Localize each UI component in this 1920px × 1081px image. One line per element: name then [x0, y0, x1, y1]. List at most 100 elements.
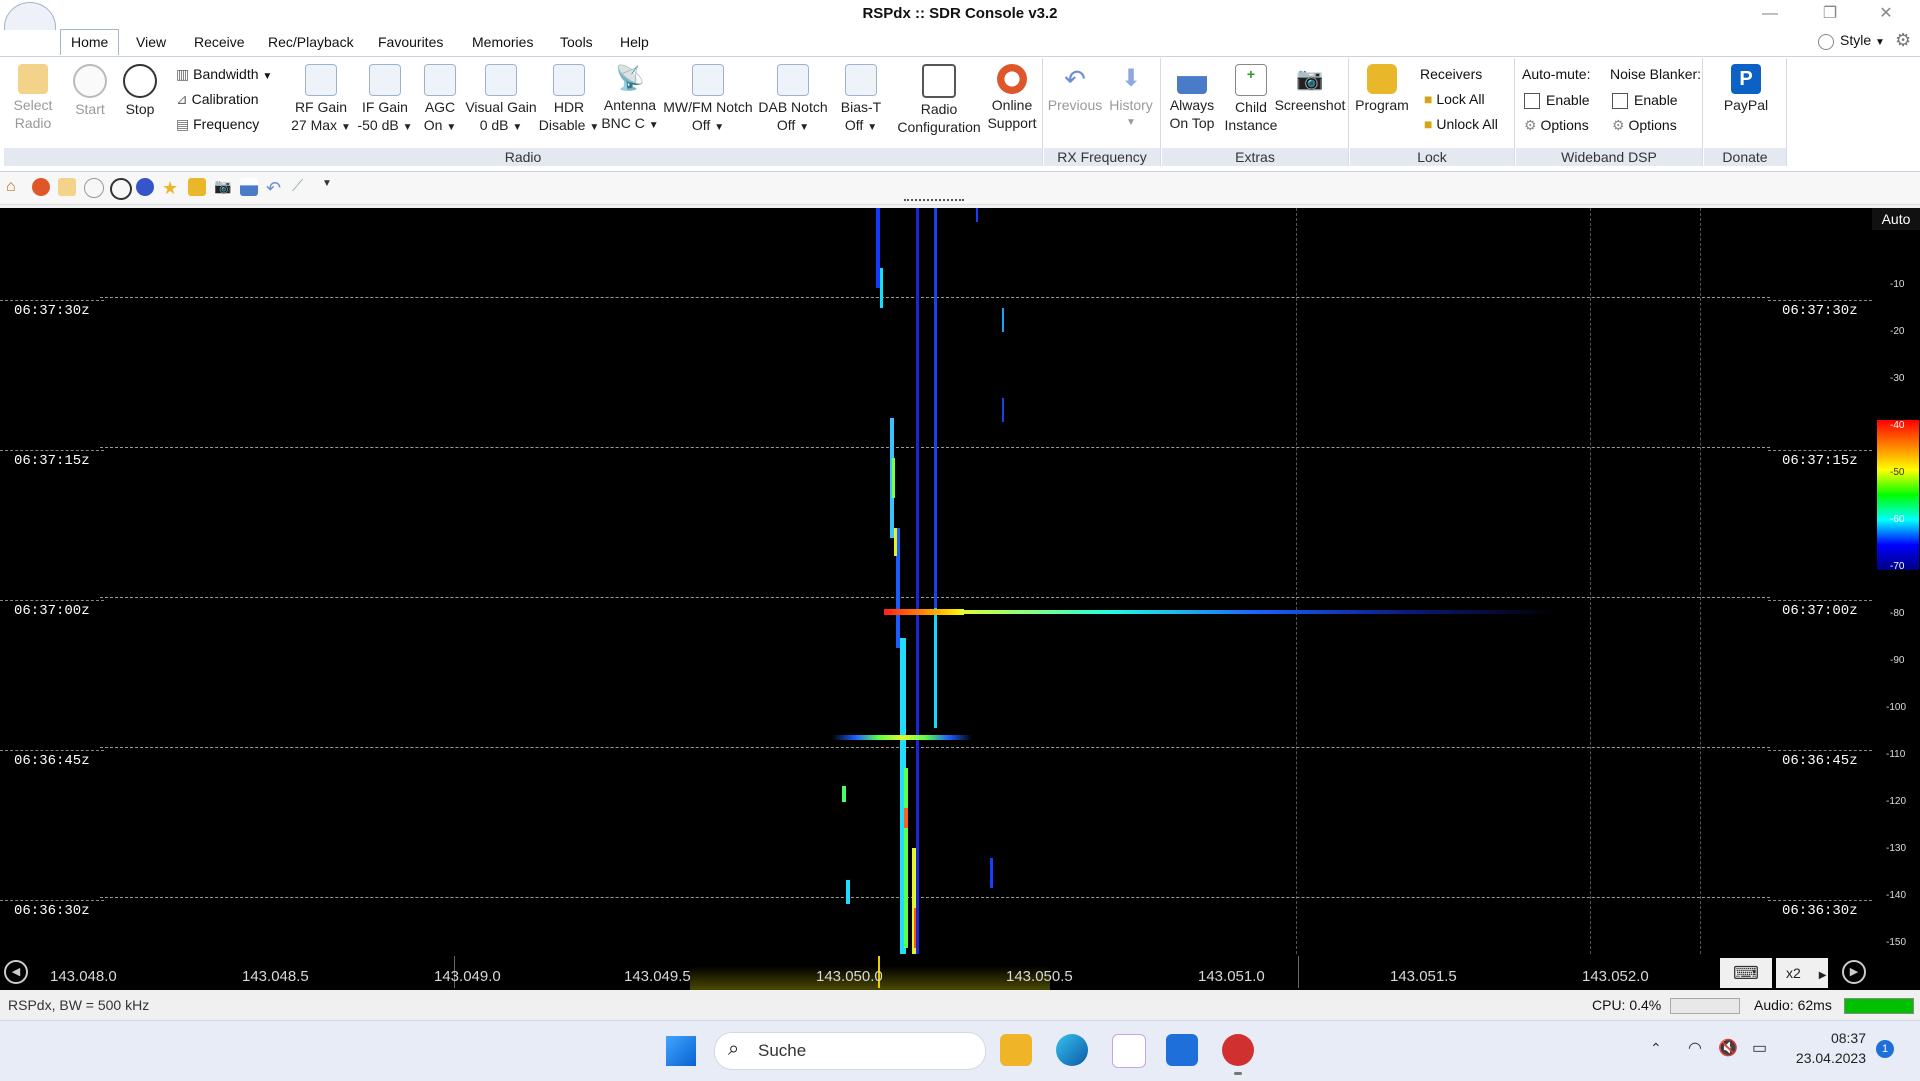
keyboard-icon[interactable]: ⌨ — [1720, 958, 1772, 988]
speaker-muted-icon[interactable]: 🔇 — [1718, 1038, 1738, 1058]
close-button[interactable]: ✕ — [1866, 2, 1906, 26]
file-explorer-icon[interactable] — [1000, 1034, 1032, 1066]
splitter-handle[interactable] — [904, 199, 964, 201]
time-label-left: 06:37:00z — [0, 600, 104, 621]
antenna-dropdown[interactable]: 📡 Antenna BNC C ▼ — [600, 64, 660, 135]
tab-tools[interactable]: Tools — [550, 30, 603, 55]
undo-arrow-icon[interactable]: ↶ — [266, 178, 284, 198]
automute-options-button[interactable]: ⚙ Options — [1524, 113, 1589, 138]
start-button[interactable]: Start — [68, 64, 112, 118]
tab-memories[interactable]: Memories — [462, 30, 543, 55]
time-label-right: 06:36:45z — [1768, 750, 1872, 771]
lifebuoy-icon — [997, 64, 1027, 94]
wifi-icon[interactable]: ◠ — [1688, 1038, 1702, 1058]
hdr-dropdown[interactable]: HDR Disable ▼ — [538, 64, 600, 137]
tab-home[interactable]: Home — [60, 29, 120, 55]
unlock-all-button[interactable]: ■ Unlock All — [1424, 112, 1498, 137]
radio-configuration-button[interactable]: Radio Configuration — [894, 64, 984, 136]
frequency-button[interactable]: ▤ Frequency — [176, 112, 259, 137]
sdr-console-icon[interactable] — [1222, 1034, 1254, 1066]
play-icon[interactable] — [84, 178, 104, 198]
mwfm-notch-icon — [692, 64, 724, 96]
tab-receive[interactable]: Receive — [184, 30, 255, 55]
scale-tick: -60 — [1890, 514, 1905, 525]
edge-browser-icon[interactable] — [1056, 1034, 1088, 1066]
home-icon[interactable]: ⌂ — [6, 178, 24, 196]
taskbar-search[interactable] — [714, 1032, 986, 1070]
screenshot-button[interactable]: 📷 Screenshot — [1272, 64, 1348, 114]
hdr-icon — [553, 64, 585, 96]
snipping-tool-icon[interactable] — [1112, 1034, 1146, 1068]
stop-button[interactable]: Stop — [118, 64, 162, 118]
battery-icon[interactable]: ▭ — [1752, 1038, 1767, 1058]
if-gain-dropdown[interactable]: IF Gain -50 dB ▼ — [354, 64, 416, 137]
folder-icon[interactable] — [58, 178, 76, 196]
history-down-icon: ⬇ — [1120, 65, 1142, 92]
noise-blanker-enable-checkbox[interactable]: Enable — [1612, 88, 1678, 113]
waterfall-display[interactable]: 06:37:30z 06:37:15z 06:37:00z 06:36:45z … — [0, 208, 1872, 954]
clock-date[interactable]: 23.04.2023 — [1792, 1050, 1866, 1066]
zoom-selector[interactable]: x2 ▶ — [1776, 958, 1828, 988]
lock-icon[interactable] — [188, 178, 206, 196]
record-icon[interactable] — [136, 178, 154, 196]
lock-all-button[interactable]: ■ Lock All — [1424, 87, 1485, 112]
signal-trace — [894, 528, 897, 556]
search-icon: ⌕ — [728, 1038, 740, 1060]
mail-icon[interactable] — [1166, 1034, 1198, 1066]
scale-tick: -140 — [1886, 890, 1907, 901]
tab-view[interactable]: View — [126, 30, 176, 55]
noise-blanker-options-button[interactable]: ⚙ Options — [1612, 113, 1677, 138]
group-label-radio: Radio — [4, 148, 1042, 166]
always-on-top-button[interactable]: Always On Top — [1164, 64, 1220, 132]
time-label-right: 06:37:00z — [1768, 600, 1872, 621]
settings-gear-icon[interactable]: ⚙ — [1895, 30, 1911, 51]
camera-icon: 📷 — [1296, 66, 1324, 91]
online-support-button[interactable]: Online Support — [984, 64, 1040, 132]
dab-notch-dropdown[interactable]: DAB Notch Off ▼ — [756, 64, 830, 137]
rf-gain-dropdown[interactable]: RF Gain 27 Max ▼ — [288, 64, 354, 137]
bandwidth-button[interactable]: ▥ Bandwidth ▼ — [176, 62, 272, 89]
noise-blanker-label: Noise Blanker: — [1610, 66, 1702, 82]
automute-enable-checkbox[interactable]: Enable — [1524, 88, 1590, 113]
agc-dropdown[interactable]: AGC On ▼ — [418, 64, 462, 137]
chart-icon[interactable]: ⟋ — [292, 178, 310, 196]
scale-auto-button[interactable]: Auto — [1872, 208, 1920, 230]
clock-time[interactable]: 08:37 — [1826, 1030, 1866, 1046]
tab-favourites[interactable]: Favourites — [368, 30, 453, 55]
signal-trace — [1002, 308, 1004, 332]
time-label-right: 06:37:15z — [1768, 450, 1872, 471]
restore-button[interactable]: ❐ — [1810, 2, 1850, 26]
style-menu[interactable]: Style ▼ — [1840, 32, 1885, 48]
calibration-button[interactable]: ⊿ Calibration — [176, 87, 259, 112]
minimize-button[interactable]: — — [1750, 2, 1790, 26]
star-icon[interactable]: ★ — [162, 178, 180, 198]
windows-start-icon[interactable] — [666, 1036, 696, 1066]
tab-help[interactable]: Help — [610, 30, 659, 55]
signal-burst — [832, 735, 972, 740]
mwfm-notch-dropdown[interactable]: MW/FM Notch Off ▼ — [660, 64, 756, 137]
select-radio-button[interactable]: Select Radio — [8, 64, 58, 132]
visual-gain-dropdown[interactable]: Visual Gain 0 dB ▼ — [464, 64, 538, 137]
show-hidden-icons-chevron-icon[interactable]: ⌃ — [1650, 1040, 1662, 1057]
color-legend-bar[interactable] — [1877, 420, 1919, 570]
previous-button[interactable]: ↶ Previous — [1046, 64, 1104, 114]
stop-icon[interactable] — [110, 178, 132, 200]
scroll-right-icon[interactable]: ▶ — [1842, 960, 1866, 984]
program-lock-button[interactable]: Program — [1354, 64, 1410, 114]
notification-badge[interactable]: 1 — [1876, 1040, 1894, 1058]
customize-toolbar-chevron-icon[interactable]: ▼ — [322, 178, 340, 196]
always-on-top-icon[interactable] — [240, 178, 258, 196]
cpu-meter — [1670, 998, 1740, 1014]
signal-trace — [892, 458, 895, 498]
freq-label: 143.050.5 — [1006, 968, 1073, 985]
scroll-left-icon[interactable]: ◀ — [4, 960, 28, 984]
camera-icon[interactable]: 📷 — [214, 178, 232, 196]
paypal-button[interactable]: P PayPal — [1716, 64, 1776, 114]
group-label-rx-frequency: RX Frequency — [1044, 148, 1160, 166]
bias-t-dropdown[interactable]: Bias-T Off ▼ — [836, 64, 886, 137]
support-icon[interactable] — [32, 178, 50, 196]
signal-trace — [904, 808, 908, 828]
history-button[interactable]: ⬇ History ▼ — [1104, 64, 1158, 132]
tab-rec-playback[interactable]: Rec/Playback — [258, 30, 364, 55]
freq-label: 143.052.0 — [1582, 968, 1649, 985]
